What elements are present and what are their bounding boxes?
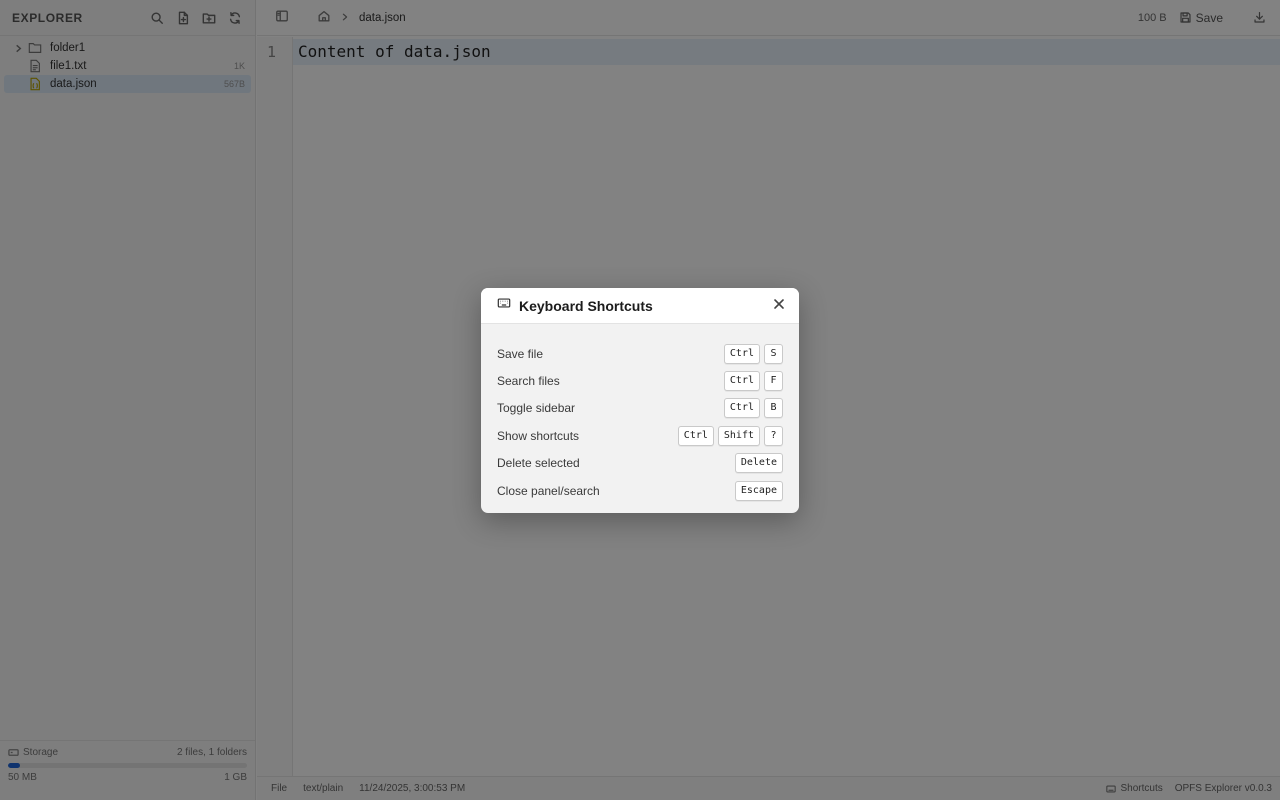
dialog-title: Keyboard Shortcuts bbox=[519, 297, 653, 314]
shortcut-row: Toggle sidebar Ctrl B bbox=[497, 395, 783, 422]
key-cap: B bbox=[764, 398, 783, 419]
key-cap: F bbox=[764, 371, 783, 392]
shortcut-label: Close panel/search bbox=[497, 483, 600, 498]
shortcut-keys: Ctrl S bbox=[723, 343, 783, 364]
shortcut-keys: Delete bbox=[734, 453, 783, 474]
shortcut-keys: Ctrl B bbox=[723, 398, 783, 419]
key-cap: Escape bbox=[734, 480, 783, 501]
shortcut-keys: Ctrl Shift? bbox=[677, 425, 783, 446]
shortcut-keys: Ctrl F bbox=[723, 371, 783, 392]
shortcut-keys: Escape bbox=[734, 480, 783, 501]
dialog-header: Keyboard Shortcuts bbox=[481, 288, 799, 324]
key-cap: Shift bbox=[717, 425, 760, 446]
shortcut-label: Toggle sidebar bbox=[497, 401, 576, 416]
key-cap: Ctrl bbox=[677, 425, 714, 446]
shortcut-row: Search files Ctrl F bbox=[497, 367, 783, 394]
shortcut-label: Delete selected bbox=[497, 456, 580, 471]
key-cap: Ctrl bbox=[723, 343, 760, 364]
close-icon[interactable] bbox=[773, 297, 785, 315]
shortcut-row: Delete selected Delete bbox=[497, 450, 783, 477]
key-cap: S bbox=[764, 343, 783, 364]
key-cap: Ctrl bbox=[723, 371, 760, 392]
shortcuts-dialog: Keyboard Shortcuts Save file Ctrl S Search … bbox=[481, 288, 799, 513]
keyboard-icon bbox=[497, 296, 511, 315]
shortcut-row: Close panel/search Escape bbox=[497, 477, 783, 504]
shortcut-row: Save file Ctrl S bbox=[497, 340, 783, 367]
key-cap: Ctrl bbox=[723, 398, 760, 419]
shortcut-label: Search files bbox=[497, 374, 560, 389]
key-cap: ? bbox=[764, 425, 783, 446]
key-cap: Delete bbox=[734, 453, 783, 474]
shortcut-list: Save file Ctrl S Search files Ctrl F Toggle si… bbox=[481, 324, 799, 504]
shortcut-row: Show shortcuts Ctrl Shift? bbox=[497, 422, 783, 449]
shortcut-label: Show shortcuts bbox=[497, 428, 580, 443]
shortcut-label: Save file bbox=[497, 346, 544, 361]
